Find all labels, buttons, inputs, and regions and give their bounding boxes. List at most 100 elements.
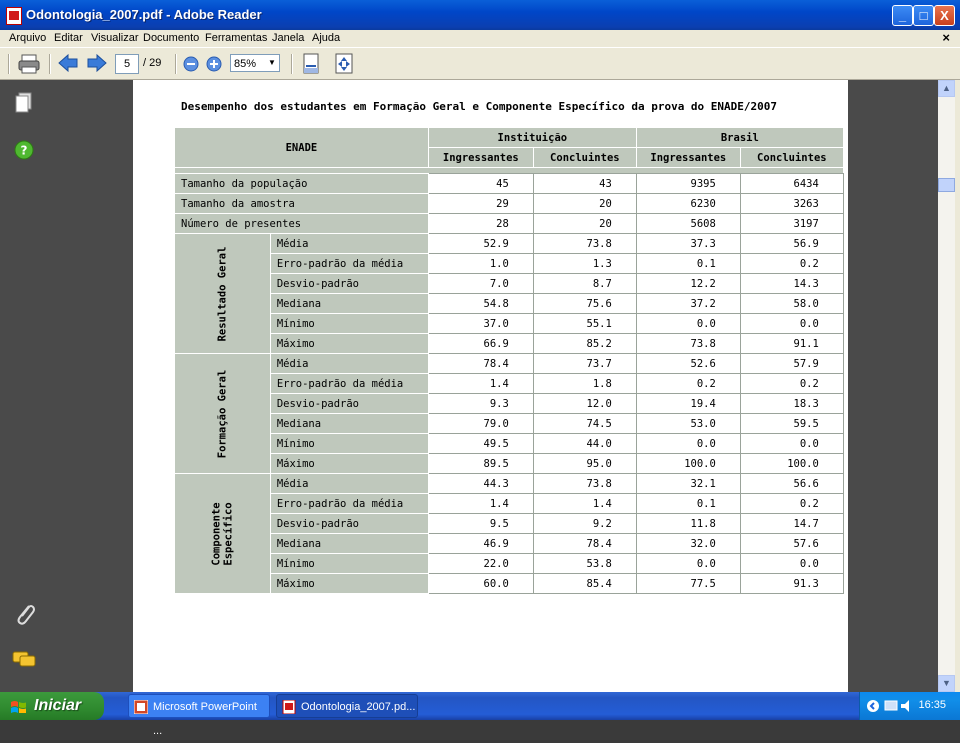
row-label: Média [269, 233, 429, 254]
toolbar: 5 / 29 85% ▼ [0, 47, 960, 80]
table-row: Máximo 66.9 85.2 73.8 91.1 [175, 333, 844, 354]
table-cell: 37.2 [635, 293, 741, 314]
powerpoint-icon [134, 700, 148, 714]
taskbar-item-label: Odontologia_2007.pd... [301, 701, 416, 713]
table-cell: 44.3 [427, 473, 534, 494]
fit-page-icon[interactable] [334, 53, 354, 75]
table-cell: 6230 [635, 193, 741, 214]
menu-visualizar[interactable]: Visualizar [91, 32, 139, 44]
column-header: Ingressantes [635, 147, 741, 168]
table-row: Erro-padrão da média 1.4 1.4 0.1 0.2 [175, 493, 844, 514]
table-cell: 57.9 [739, 353, 844, 374]
page-number-input[interactable]: 5 [115, 54, 139, 74]
row-label: Mínimo [269, 553, 429, 574]
title-bar[interactable]: Odontologia_2007.pdf - Adobe Reader _ □ … [0, 0, 960, 30]
taskbar-item-powerpoint[interactable]: Microsoft PowerPoint ... [128, 694, 270, 737]
table-cell: 91.1 [739, 333, 844, 354]
section-label-componente-especifico: Componente Específico [174, 473, 271, 594]
zoom-value: 85% [234, 58, 257, 70]
row-label: Desvio-padrão [269, 513, 429, 534]
table-cell: 0.1 [635, 253, 741, 274]
table-cell: 3197 [739, 213, 844, 234]
table-row: Mediana 46.9 78.4 32.0 57.6 [175, 533, 844, 554]
minimize-button[interactable]: _ [892, 5, 913, 26]
row-label: Erro-padrão da média [269, 253, 429, 274]
table-cell: 44.0 [532, 433, 637, 454]
table-cell: 53.0 [635, 413, 741, 434]
close-document-button[interactable]: × [942, 30, 950, 45]
clock: 16:35 [918, 699, 946, 711]
next-page-icon[interactable] [87, 53, 107, 73]
help-icon[interactable]: ? [14, 140, 34, 160]
table-cell: 8.7 [532, 273, 637, 294]
menu-janela[interactable]: Janela [272, 32, 304, 44]
menu-ferramentas[interactable]: Ferramentas [205, 32, 267, 44]
enade-results-table: ENADE Instituição Brasil Ingressantes Co… [174, 127, 844, 594]
table-cell: 52.9 [427, 233, 534, 254]
table-corner-header: ENADE [174, 127, 429, 168]
chevron-left-icon[interactable] [866, 699, 880, 713]
table-cell: 46.9 [427, 533, 534, 554]
table-cell: 74.5 [532, 413, 637, 434]
table-cell: 78.4 [532, 533, 637, 554]
table-row: Tamanho da amostra 29 20 6230 3263 [174, 193, 844, 214]
table-cell: 53.8 [532, 553, 637, 574]
menu-arquivo[interactable]: Arquivo [9, 32, 46, 44]
previous-page-icon[interactable] [58, 53, 78, 73]
pages-icon[interactable] [15, 92, 33, 114]
comments-icon[interactable] [12, 650, 38, 670]
row-label: Média [269, 473, 429, 494]
maximize-button[interactable]: □ [913, 5, 934, 26]
document-heading: Desempenho dos estudantes em Formação Ge… [181, 100, 778, 113]
scroll-down-icon[interactable]: ▼ [938, 675, 955, 692]
table-cell: 0.2 [635, 373, 741, 394]
table-cell: 32.0 [635, 533, 741, 554]
menu-ajuda[interactable]: Ajuda [312, 32, 340, 44]
table-cell: 1.4 [427, 373, 534, 394]
page-total: / 29 [143, 57, 162, 69]
menu-editar[interactable]: Editar [54, 32, 83, 44]
chevron-down-icon[interactable]: ▼ [266, 56, 278, 70]
table-cell: 1.8 [532, 373, 637, 394]
row-label: Mediana [269, 533, 429, 554]
start-button[interactable]: Iniciar [0, 692, 104, 720]
vertical-scrollbar[interactable]: ▲ ▼ [938, 80, 955, 692]
table-cell: 18.3 [739, 393, 844, 414]
column-header: Concluintes [739, 147, 844, 168]
table-row: Máximo 60.0 85.4 77.5 91.3 [175, 573, 844, 594]
table-cell: 22.0 [427, 553, 534, 574]
table-cell: 9395 [635, 173, 741, 194]
table-cell: 1.4 [532, 493, 637, 514]
zoom-out-icon[interactable] [183, 56, 199, 72]
row-label: Máximo [269, 333, 429, 354]
row-label: Mediana [269, 413, 429, 434]
table-cell: 100.0 [739, 453, 844, 474]
table-cell: 12.2 [635, 273, 741, 294]
system-tray: 16:35 [859, 692, 960, 720]
table-row: Desvio-padrão 9.5 9.2 11.8 14.7 [175, 513, 844, 534]
taskbar-item-adobe-reader[interactable]: Odontologia_2007.pd... [276, 694, 418, 718]
table-cell: 19.4 [635, 393, 741, 414]
table-row: Resultado Geral Média 52.9 73.8 37.3 56.… [174, 233, 844, 354]
scroll-thumb[interactable] [938, 178, 955, 192]
fit-width-icon[interactable] [301, 53, 321, 75]
row-label: Tamanho da população [174, 173, 429, 194]
zoom-select[interactable]: 85% ▼ [230, 54, 280, 72]
row-label: Erro-padrão da média [269, 373, 429, 394]
window-title: Odontologia_2007.pdf - Adobe Reader [26, 7, 262, 22]
close-button[interactable]: X [934, 5, 955, 26]
table-cell: 56.6 [739, 473, 844, 494]
table-row: Mediana 79.0 74.5 53.0 59.5 [175, 413, 844, 434]
scroll-up-icon[interactable]: ▲ [938, 80, 955, 97]
zoom-in-icon[interactable] [206, 56, 222, 72]
table-cell: 43 [532, 173, 637, 194]
volume-icon[interactable] [900, 699, 914, 713]
table-cell: 28 [427, 213, 534, 234]
menu-documento[interactable]: Documento [143, 32, 199, 44]
attachment-icon[interactable] [14, 602, 36, 626]
table-cell: 29 [427, 193, 534, 214]
table-cell: 0.0 [635, 433, 741, 454]
print-icon[interactable] [17, 53, 41, 75]
table-cell: 0.2 [739, 253, 844, 274]
network-icon[interactable] [884, 699, 898, 713]
